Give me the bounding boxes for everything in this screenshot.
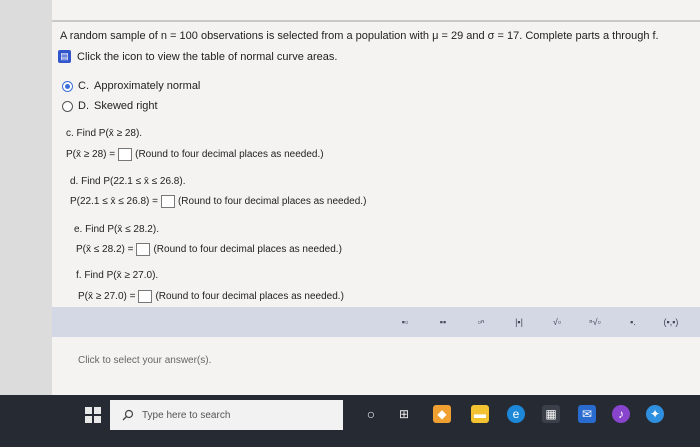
part-f-answer: P(x̄ ≥ 27.0) = (Round to four decimal pl… [78,290,344,303]
part-c-title: c. Find P(x̄ ≥ 28). [66,128,143,139]
part-c-hint: (Round to four decimal places as needed.… [135,149,324,160]
task-view-icon[interactable]: ⊞ [395,405,413,423]
option-text: Skewed right [94,100,158,112]
part-f-hint: (Round to four decimal places as needed.… [155,291,344,302]
question-text: A random sample of n = 100 observations … [60,30,659,42]
interval-tool-button[interactable]: (▪,▪) [663,314,679,330]
part-e-input[interactable] [136,243,151,256]
absolute-value-tool-button[interactable]: |▪| [511,314,527,330]
part-f-title: f. Find P(x̄ ≥ 27.0). [76,270,159,281]
option-label: D. [78,100,89,112]
option-d[interactable]: D. Skewed right [62,100,158,112]
status-text: Click to select your answer(s). [78,355,212,366]
decimal-tool-button[interactable]: ▪. [625,314,641,330]
part-d-input[interactable] [160,195,175,208]
settings-app-icon[interactable]: ✦ [646,405,664,423]
mixed-number-tool-button[interactable]: ▪▪ [435,314,451,330]
part-e-answer: P(x̄ ≤ 28.2) = (Round to four decimal pl… [76,243,342,256]
part-f-expr: P(x̄ ≥ 27.0) = [78,291,136,302]
mail-icon[interactable]: ✉ [578,405,596,423]
part-d-title: d. Find P(22.1 ≤ x̄ ≤ 26.8). [70,176,186,187]
part-d-hint: (Round to four decimal places as needed.… [177,196,367,207]
sqrt-tool-button[interactable]: √▫ [549,314,565,330]
part-e-title: e. Find P(x̄ ≤ 28.2). [74,224,159,235]
media-icon[interactable]: ♪ [612,405,630,423]
question-page: A random sample of n = 100 observations … [52,0,700,395]
windows-start-icon[interactable] [85,407,101,423]
store-icon[interactable]: ▦ [542,405,560,423]
radio-checked-icon[interactable] [62,80,73,92]
nth-root-tool-button[interactable]: ⁿ√▫ [587,314,603,330]
math-toolbar: ▪▫ ▪▪ ▫ⁿ |▪| √▫ ⁿ√▫ ▪. (▪,▪) [52,307,700,337]
option-text: Approximately normal [94,80,201,92]
app-orange-icon[interactable]: ◆ [433,405,451,423]
option-label: C. [78,80,89,92]
table-icon[interactable]: ▤ [58,50,71,63]
search-icon [122,409,134,421]
part-f-input[interactable] [138,290,153,303]
part-e-expr: P(x̄ ≤ 28.2) = [76,244,134,255]
taskbar: Type here to search ○ ⊞ ◆ ▬ e ▦ ✉ ♪ ✦ [0,395,700,447]
file-explorer-icon[interactable]: ▬ [471,405,489,423]
table-link[interactable]: ▤ Click the icon to view the table of no… [58,50,337,63]
radio-icon[interactable] [62,100,73,112]
part-c-input[interactable] [118,148,133,161]
part-d-expr: P(22.1 ≤ x̄ ≤ 26.8) = [70,196,158,207]
divider [52,20,700,22]
search-placeholder: Type here to search [142,409,231,421]
fraction-tool-button[interactable]: ▪▫ [397,314,413,330]
exponent-tool-button[interactable]: ▫ⁿ [473,314,489,330]
left-margin [0,0,52,395]
table-link-text: Click the icon to view the table of norm… [77,50,338,63]
option-c[interactable]: C. Approximately normal [62,80,200,92]
cortana-icon[interactable]: ○ [362,405,380,423]
edge-icon[interactable]: e [507,405,525,423]
part-d-answer: P(22.1 ≤ x̄ ≤ 26.8) = (Round to four dec… [70,195,366,208]
taskbar-search[interactable]: Type here to search [110,400,343,430]
part-e-hint: (Round to four decimal places as needed.… [153,244,342,255]
part-c-expr: P(x̄ ≥ 28) = [66,149,116,160]
part-c-answer: P(x̄ ≥ 28) = (Round to four decimal plac… [66,148,324,161]
